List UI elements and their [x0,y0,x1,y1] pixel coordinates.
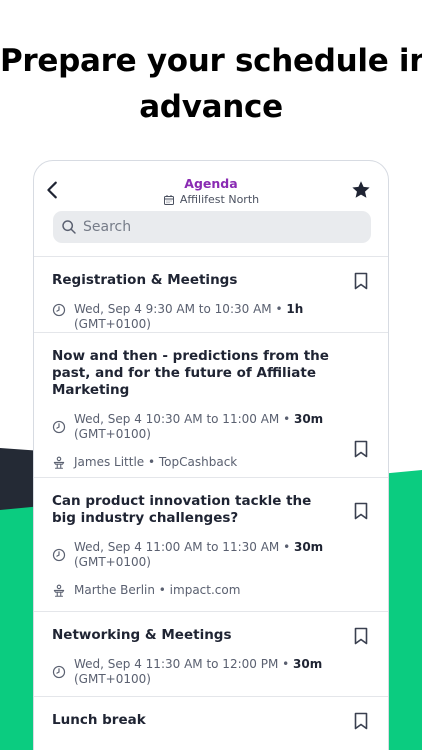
session-item[interactable]: Networking & Meetings Wed, Sep 4 11:30 A… [34,612,388,696]
favorites-star-icon[interactable] [350,179,372,201]
session-title: Lunch break [52,712,146,728]
bookmark-icon[interactable] [353,502,369,520]
clock-icon [52,665,66,679]
session-time-row: Wed, Sep 4 11:30 AM to 12:00 PM • 30m (G… [52,657,338,687]
session-timezone: (GMT+0100) [74,427,151,441]
session-time: Wed, Sep 4 9:30 AM to 10:30 AM • 1h (GMT… [74,302,304,331]
bookmark-icon[interactable] [353,627,369,645]
session-item[interactable]: Can product innovation tackle the big in… [34,478,388,611]
speaker-podium-icon [53,456,65,469]
session-item[interactable]: Registration & Meetings Wed, Sep 4 9:30 … [34,257,388,332]
session-item[interactable]: Lunch break [34,697,388,750]
session-speaker: James Little • TopCashback [74,455,238,469]
session-time: Wed, Sep 4 11:30 AM to 12:00 PM • 30m (G… [74,657,323,686]
top-bar: Agenda Affilifest North [34,161,388,213]
clock-icon [52,420,66,434]
session-time-row: Wed, Sep 4 9:30 AM to 10:30 AM • 1h (GMT… [52,302,338,332]
speaker-podium-icon [53,584,65,597]
bookmark-icon[interactable] [353,272,369,290]
search-bar[interactable] [53,211,371,243]
session-time-range: Wed, Sep 4 11:00 AM to 11:30 AM [74,540,280,554]
session-time-row: Wed, Sep 4 11:00 AM to 11:30 AM • 30m (G… [52,540,338,570]
session-time-range: Wed, Sep 4 11:30 AM to 12:00 PM [74,657,279,671]
session-timezone: (GMT+0100) [74,672,151,686]
search-input[interactable] [83,219,343,235]
session-title: Now and then - predictions from the past… [52,348,329,398]
session-time: Wed, Sep 4 11:00 AM to 11:30 AM • 30m (G… [74,540,324,569]
session-time-range: Wed, Sep 4 10:30 AM to 11:00 AM [74,412,280,426]
session-timezone: (GMT+0100) [74,555,151,569]
clock-icon [52,548,66,562]
session-duration: 30m [293,412,324,426]
session-title: Networking & Meetings [52,627,232,643]
phone-screen: Agenda Affilifest North Registration [33,160,389,750]
session-duration: 30m [293,657,323,671]
bookmark-icon[interactable] [353,712,369,730]
session-speaker-row: James Little • TopCashback [52,455,338,470]
session-time-range: Wed, Sep 4 9:30 AM to 10:30 AM [74,302,272,316]
session-duration: 1h [286,302,304,316]
promo-headline: Prepare your schedule in advance [0,38,422,130]
session-time-row: Wed, Sep 4 10:30 AM to 11:00 AM • 30m (G… [52,412,338,442]
session-duration: 30m [293,540,324,554]
headline-line-2: advance [139,89,283,125]
session-speaker-row: Marthe Berlin • impact.com [52,583,338,598]
clock-icon [52,303,66,317]
page-title: Agenda [184,176,238,191]
headline-line-1: Prepare your schedule in [0,43,422,79]
bookmark-icon[interactable] [353,440,369,458]
event-subtitle: Affilifest North [34,193,388,206]
calendar-icon [163,194,174,205]
session-item[interactable]: Now and then - predictions from the past… [34,333,388,477]
event-name: Affilifest North [179,193,260,206]
session-speaker: Marthe Berlin • impact.com [74,583,241,597]
session-title: Can product innovation tackle the big in… [52,493,312,526]
session-timezone: (GMT+0100) [74,317,151,331]
session-title: Registration & Meetings [52,272,238,288]
session-time: Wed, Sep 4 10:30 AM to 11:00 AM • 30m (G… [74,412,324,441]
session-list: Registration & Meetings Wed, Sep 4 9:30 … [34,257,388,750]
search-icon [62,220,76,234]
